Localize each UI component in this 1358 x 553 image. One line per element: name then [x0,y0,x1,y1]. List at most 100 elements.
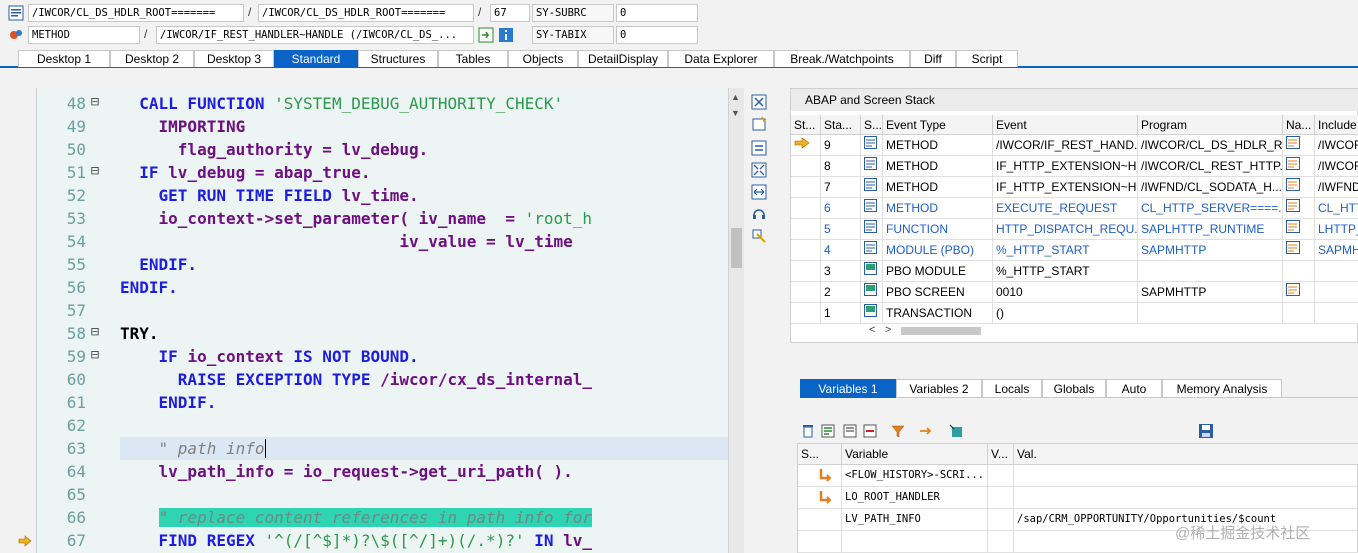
fold-marker-icon[interactable]: ⊟ [88,324,102,340]
variable-row[interactable]: <FLOW_HISTORY>-SCRI... [798,465,1358,487]
tab-auto[interactable]: Auto [1106,379,1162,398]
navigate-source-icon[interactable] [1286,199,1300,212]
navigate-source-icon[interactable] [1286,157,1300,170]
scroll-down-icon[interactable]: ▼ [731,108,740,118]
column-header[interactable]: Na... [1283,115,1315,135]
insert-row-icon[interactable] [820,423,836,439]
stack-event: () [993,303,1138,324]
stack-current-cell [791,156,821,177]
tab-standard[interactable]: Standard [274,50,358,67]
append-row-icon[interactable] [842,423,858,439]
column-header[interactable]: S... [798,444,842,465]
new-tool-icon[interactable] [751,116,767,132]
navigate-source-icon[interactable] [1286,220,1300,233]
delete-icon[interactable] [800,423,816,439]
tab-detail-display[interactable]: DetailDisplay [578,50,668,67]
breakpoint-gutter[interactable] [14,88,37,553]
variable-value[interactable] [1014,487,1358,509]
filter-icon[interactable] [890,423,906,439]
stack-program: /IWCOR/CL_DS_HDLR_R... [1138,135,1283,156]
tab-variables-2[interactable]: Variables 2 [896,379,982,398]
variable-row[interactable]: LO_ROOT_HANDLER [798,487,1358,509]
stack-row[interactable]: 4 MODULE (PBO) %_HTTP_START SAPMHTTP SAPMH [791,240,1358,261]
tab-diff[interactable]: Diff [910,50,956,67]
event-type-field[interactable]: METHOD [28,26,140,44]
settings-tool-icon[interactable] [751,228,767,244]
stack-row[interactable]: 3 PBO MODULE %_HTTP_START [791,261,1358,282]
stack-type-icon-cell [861,198,883,219]
stack-row[interactable]: 5 FUNCTION HTTP_DISPATCH_REQU... SAPLHTTP_R… [791,219,1358,240]
fold-marker-icon[interactable]: ⊟ [88,163,102,179]
tab-variables-1[interactable]: Variables 1 [800,379,896,398]
navigate-source-icon[interactable] [1286,283,1300,296]
code-block-icon [864,178,877,191]
tab-tables[interactable]: Tables [438,50,508,67]
tab-script[interactable]: Script [956,50,1018,67]
save-icon[interactable] [1198,423,1214,439]
maximize-tool-icon[interactable] [751,162,767,178]
stack-row[interactable]: 6 METHOD EXECUTE_REQUEST CL_HTTP_SERVER====… [791,198,1358,219]
expand-icon[interactable] [948,423,964,439]
column-header[interactable]: Event [993,115,1138,135]
tab-data-explorer[interactable]: Data Explorer [668,50,774,67]
stack-row[interactable]: 9 METHOD/IWCOR/IF_REST_HAND.../IWCOR/CL_D… [791,135,1358,156]
column-header[interactable]: St... [791,115,821,135]
scroll-up-icon[interactable]: ▲ [731,92,740,102]
tab-memory-analysis[interactable]: Memory Analysis [1162,379,1282,398]
column-header[interactable]: Val. [1014,444,1358,465]
tab-desktop-3[interactable]: Desktop 3 [194,50,274,67]
stack-row[interactable]: 2 PBO SCREEN 0010 SAPMHTTP [791,282,1358,303]
stack-event-type: TRANSACTION [883,303,993,324]
tab-desktop-2[interactable]: Desktop 2 [110,50,194,67]
scroll-left-icon[interactable]: < [869,324,875,336]
stack-current-cell [791,303,821,324]
stack-row[interactable]: 1 TRANSACTION() [791,303,1358,324]
source-code-editor[interactable]: 48 49 50 51 52 53 54 55 56 57 58 59 60 6… [14,88,744,553]
stack-type-icon-cell [861,240,883,261]
delete-row-icon[interactable] [862,423,878,439]
navigate-icon[interactable] [478,27,494,43]
stack-current-cell [791,177,821,198]
tab-break-watchpoints[interactable]: Break./Watchpoints [774,50,910,67]
code-block-icon [864,241,877,254]
stack-row[interactable]: 7 METHOD IF_HTTP_EXTENSION~H.../IWFND/CL_S… [791,177,1358,198]
stack-current-cell [791,240,821,261]
column-header[interactable]: V... [988,444,1014,465]
fold-marker-icon[interactable]: ⊟ [88,94,102,110]
scroll-right-icon[interactable]: > [885,324,891,336]
tab-globals[interactable]: Globals [1042,379,1106,398]
stack-row[interactable]: 8 METHOD IF_HTTP_EXTENSION~H.../IWCOR/CL_R… [791,156,1358,177]
column-header[interactable]: S... [861,115,883,135]
horizontal-scroll-thumb[interactable] [901,327,981,335]
line-field[interactable]: 67 [490,4,530,22]
fold-marker-icon[interactable]: ⊟ [88,347,102,363]
program-field[interactable]: /IWCOR/CL_DS_HDLR_ROOT======= [28,4,244,22]
resize-tool-icon[interactable] [751,184,767,200]
scroll-thumb[interactable] [731,228,742,268]
close-tool-icon[interactable] [751,94,767,110]
code-line: CALL FUNCTION 'SYSTEM_DEBUG_AUTHORITY_CH… [139,94,564,113]
column-header[interactable]: Sta... [821,115,861,135]
method-field[interactable]: /IWCOR/IF_REST_HANDLER~HANDLE (/IWCOR/CL… [156,26,474,44]
column-header[interactable]: Event Type [883,115,993,135]
service-tool-icon[interactable] [751,206,767,222]
column-header[interactable]: Program [1138,115,1283,135]
navigate-source-icon[interactable] [1286,241,1300,254]
navigate-source-icon[interactable] [1286,136,1300,149]
column-header[interactable]: Include [1315,115,1358,135]
line-number: 56 [66,278,86,297]
transfer-icon[interactable] [918,423,934,439]
swap-tool-icon[interactable] [751,140,767,156]
stack-nav-cell [1283,156,1315,177]
info-icon[interactable] [498,27,514,43]
tab-structures[interactable]: Structures [358,50,438,67]
stack-nav-cell [1283,282,1315,303]
navigate-source-icon[interactable] [1286,178,1300,191]
editor-vertical-scrollbar[interactable]: ▲ ▼ [728,88,744,553]
include-field[interactable]: /IWCOR/CL_DS_HDLR_ROOT======= [258,4,474,22]
column-header[interactable]: Variable [842,444,988,465]
tab-objects[interactable]: Objects [508,50,578,67]
tab-locals[interactable]: Locals [982,379,1042,398]
variable-value[interactable] [1014,465,1358,487]
tab-desktop-1[interactable]: Desktop 1 [18,50,110,67]
